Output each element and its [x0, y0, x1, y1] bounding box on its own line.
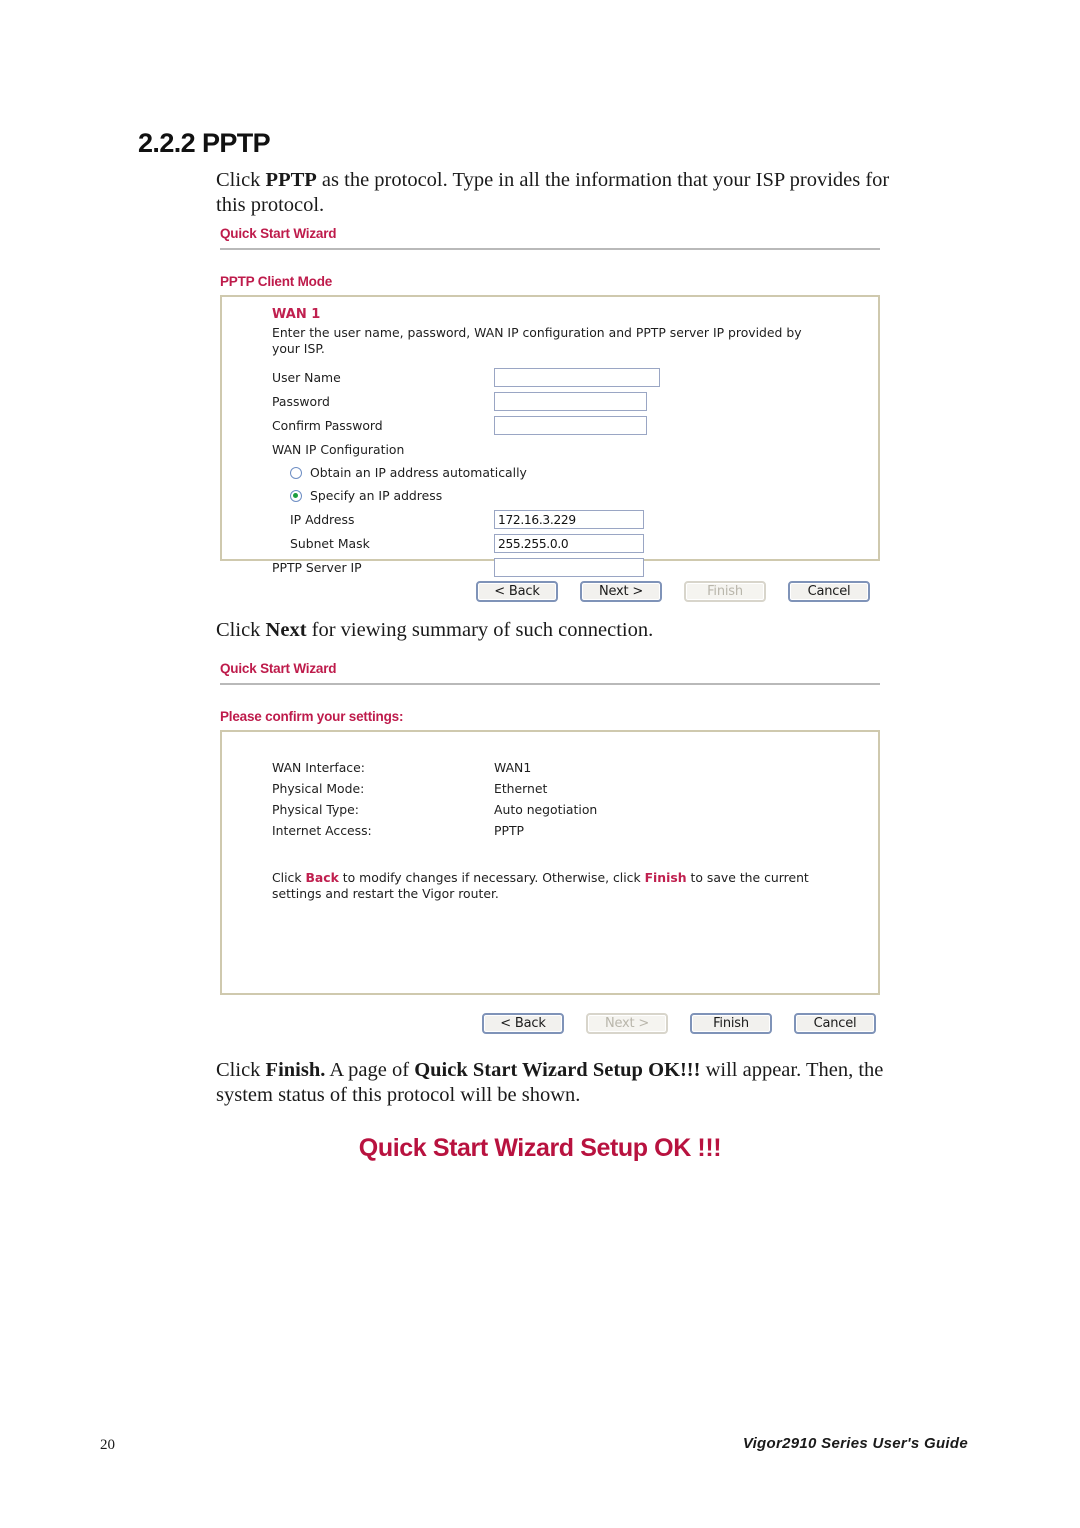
mid-prefix: Click	[216, 619, 266, 641]
radio-obtain-ip-icon[interactable]	[290, 466, 302, 479]
ip-address-input[interactable]: 172.16.3.229	[494, 509, 644, 529]
summary-value: Auto negotiation	[494, 802, 598, 817]
footer-guide-title: Vigor2910 Series User's Guide	[742, 1435, 968, 1452]
radio-obtain-row[interactable]: Obtain an IP address automatically	[272, 461, 866, 484]
pptp-server-ip-input[interactable]	[494, 557, 644, 577]
summary-value: PPTP	[494, 823, 524, 838]
user-name-input[interactable]	[494, 367, 660, 387]
closing-bold-setup-ok: Quick Start Wizard Setup OK!!!	[414, 1059, 701, 1081]
password-label: Password	[272, 393, 330, 409]
footer-page-number: 20	[100, 1437, 115, 1453]
radio-specify-label: Specify an IP address	[310, 488, 443, 503]
closing-bold-finish: Finish.	[265, 1059, 326, 1081]
confirm-hint-text: Click Back to modify changes if necessar…	[272, 870, 832, 902]
subnet-mask-label: Subnet Mask	[290, 535, 370, 551]
summary-row: WAN Interface: WAN1	[272, 760, 866, 781]
radio-specify-ip-icon[interactable]	[290, 489, 302, 502]
setup-ok-heading: Quick Start Wizard Setup OK !!!	[358, 1134, 722, 1162]
wizard1-title: Quick Start Wizard	[220, 226, 337, 241]
subnet-mask-input[interactable]: 255.255.0.0	[494, 533, 644, 553]
confirm-password-input[interactable]	[494, 415, 647, 435]
summary-key: WAN Interface:	[272, 760, 365, 775]
next-button: Next >	[586, 1013, 668, 1034]
mid-bold: Next	[265, 619, 307, 641]
confirm-password-row: Confirm Password	[272, 413, 866, 437]
confirm-password-label: Confirm Password	[272, 417, 383, 433]
summary-row: Physical Type: Auto negotiation	[272, 802, 866, 823]
mid-paragraph: Click Next for viewing summary of such c…	[216, 618, 922, 643]
wizard1-button-row: < Back Next > Finish Cancel	[220, 581, 880, 602]
password-input[interactable]	[494, 391, 647, 411]
wizard1-description: Enter the user name, password, WAN IP co…	[272, 325, 802, 356]
wizard2-title: Quick Start Wizard	[220, 661, 337, 676]
pptp-client-mode-panel: WAN 1 Enter the user name, password, WAN…	[220, 295, 880, 577]
cancel-button[interactable]: Cancel	[794, 1013, 876, 1034]
user-name-label: User Name	[272, 369, 341, 385]
summary-value: Ethernet	[494, 781, 548, 796]
hint-bold-finish: Finish	[644, 870, 687, 885]
wizard1-title-rule	[220, 248, 880, 250]
wan-ip-config-label: WAN IP Configuration	[272, 441, 405, 457]
ip-address-label: IP Address	[290, 511, 355, 527]
summary-row: Physical Mode: Ethernet	[272, 781, 866, 802]
wan1-label: WAN 1	[272, 307, 321, 322]
user-name-row: User Name	[272, 365, 866, 389]
finish-button: Finish	[684, 581, 766, 602]
closing-part2: A page of	[325, 1059, 415, 1081]
closing-part1: Click	[216, 1059, 266, 1081]
finish-button[interactable]: Finish	[690, 1013, 772, 1034]
next-button[interactable]: Next >	[580, 581, 662, 602]
page-title: 2.2.2 PPTP	[138, 128, 271, 158]
document-page: 2.2.2 PPTP Click PPTP as the protocol. T…	[0, 0, 1080, 1528]
intro-paragraph: Click PPTP as the protocol. Type in all …	[216, 168, 922, 218]
ip-address-row: IP Address 172.16.3.229	[272, 507, 866, 531]
mid-suffix: for viewing summary of such connection.	[306, 619, 654, 641]
subnet-mask-row: Subnet Mask 255.255.0.0	[272, 531, 866, 555]
radio-specify-row[interactable]: Specify an IP address	[272, 484, 866, 507]
intro-suffix: as the protocol. Type in all the informa…	[216, 169, 890, 216]
cancel-button[interactable]: Cancel	[788, 581, 870, 602]
pptp-client-mode-title: PPTP Client Mode	[220, 274, 333, 289]
wizard2-title-rule	[220, 683, 880, 685]
confirm-settings-title: Please confirm your settings:	[220, 709, 404, 724]
closing-paragraph: Click Finish. A page of Quick Start Wiza…	[216, 1058, 941, 1108]
summary-value: WAN1	[494, 760, 532, 775]
summary-key: Physical Type:	[272, 802, 359, 817]
intro-bold: PPTP	[265, 169, 317, 191]
summary-key: Physical Mode:	[272, 781, 365, 796]
pptp-server-ip-row: PPTP Server IP	[272, 555, 866, 579]
wan-ip-config-row: WAN IP Configuration	[272, 437, 866, 461]
pptp-server-ip-label: PPTP Server IP	[272, 559, 362, 575]
password-row: Password	[272, 389, 866, 413]
summary-list: WAN Interface: WAN1 Physical Mode: Ether…	[272, 760, 866, 844]
back-button[interactable]: < Back	[476, 581, 558, 602]
hint-part2: to modify changes if necessary. Otherwis…	[338, 870, 645, 885]
hint-bold-back: Back	[305, 870, 339, 885]
back-button[interactable]: < Back	[482, 1013, 564, 1034]
quick-start-wizard-step1: Quick Start Wizard PPTP Client Mode WAN …	[220, 226, 880, 602]
radio-obtain-label: Obtain an IP address automatically	[310, 465, 527, 480]
hint-part1: Click	[272, 870, 306, 885]
wizard2-button-row: < Back Next > Finish Cancel	[220, 1013, 880, 1034]
quick-start-wizard-step2: Quick Start Wizard Please confirm your s…	[220, 661, 880, 1034]
summary-row: Internet Access: PPTP	[272, 823, 866, 844]
summary-key: Internet Access:	[272, 823, 372, 838]
intro-prefix: Click	[216, 169, 266, 191]
confirm-settings-panel: WAN Interface: WAN1 Physical Mode: Ether…	[220, 730, 880, 995]
